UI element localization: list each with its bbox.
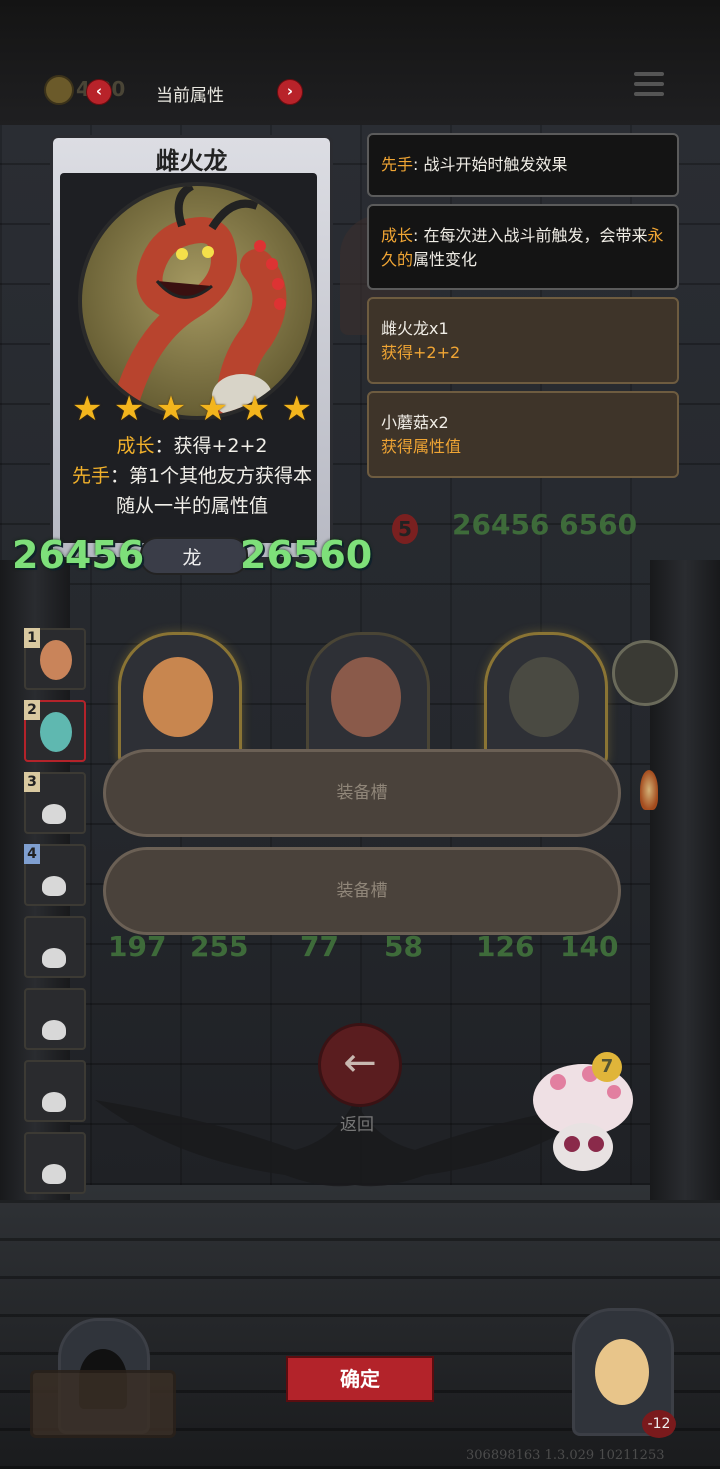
slot-number: 2: [24, 700, 40, 720]
star-icon: ★: [113, 389, 145, 429]
board-minion-slot[interactable]: [306, 632, 430, 768]
torch-flame-icon: [640, 770, 658, 810]
shop-chest: [30, 1370, 176, 1438]
minion-health: 255: [190, 930, 249, 963]
team-slot[interactable]: 4: [24, 844, 86, 906]
confirm-button[interactable]: 确定: [286, 1356, 434, 1402]
star-icon: ★: [197, 389, 229, 429]
tooltip-first-strike: 先手: 战斗开始时触发效果: [367, 133, 679, 197]
hero-health-badge: -12: [642, 1410, 676, 1438]
slot-number: 4: [24, 844, 40, 864]
tooltip-source-name: 雌火龙x1: [381, 319, 449, 338]
team-slot[interactable]: 3: [24, 772, 86, 834]
tooltip-buff-source-dragon: 雌火龙x1 获得+2+2: [367, 297, 679, 384]
star-icon: ★: [72, 389, 103, 429]
gold-coin-icon: [44, 75, 74, 105]
star-rating: ★ ★ ★ ★ ★ ★: [72, 391, 312, 427]
star-icon: ★: [155, 389, 187, 429]
tooltip-text: : 战斗开始时触发效果: [413, 155, 568, 174]
equipment-slot[interactable]: 装备槽: [103, 749, 621, 837]
pet-level-badge: 7: [592, 1052, 622, 1082]
arrow-left-icon: ←: [343, 1040, 377, 1086]
equipment-slot[interactable]: 装备槽: [103, 847, 621, 935]
card-description: 成长：获得+2+2 先手：第1个其他友方获得本随从一半的属性值: [66, 431, 318, 521]
minion-attack: 77: [300, 930, 339, 963]
card-name: 雌火龙: [155, 147, 228, 175]
board-minion-slot[interactable]: [484, 632, 608, 768]
slot-number: 3: [24, 772, 40, 792]
relic-icon[interactable]: [612, 640, 678, 706]
first-strike-text: ：第1个其他友方获得本随从一半的属性值: [109, 465, 313, 517]
team-slot[interactable]: 1: [24, 628, 86, 690]
first-strike-keyword: 先手: [71, 465, 110, 487]
team-slot[interactable]: [24, 988, 86, 1050]
skull-icon: [42, 1164, 66, 1184]
team-slot[interactable]: [24, 1132, 86, 1194]
minion-card: 雌火龙 ★ ★ ★ ★ ★ ★ 成长：获得+2+2 先手：第1个其他友方获得本随…: [12, 135, 372, 577]
star-icon: ★: [281, 389, 312, 429]
skull-icon: [42, 876, 66, 896]
tooltip-source-effect: 获得+2+2: [381, 343, 461, 362]
skull-icon: [42, 1020, 66, 1040]
next-page-button[interactable]: ›: [277, 79, 303, 105]
hero-face: [595, 1339, 649, 1405]
tooltip-source-effect: 获得属性值: [381, 437, 462, 456]
version-label: 306898163 1.3.029 10211253: [466, 1448, 665, 1463]
tooltip-growth: 成长: 在每次进入战斗前触发，会带来永久的属性变化: [367, 204, 679, 290]
prev-page-button[interactable]: ‹: [86, 79, 112, 105]
ghost-minion-stats: 26456 6560: [452, 508, 638, 541]
minion-health: 140: [560, 930, 619, 963]
mushroom-pet[interactable]: 7: [528, 1052, 638, 1172]
skull-icon: [42, 804, 66, 824]
tooltip-source-name: 小蘑菇x2: [381, 413, 449, 432]
tribe-label: 龙: [182, 547, 202, 569]
menu-icon[interactable]: [634, 72, 664, 100]
tooltip-keyword: 成长: [381, 226, 414, 245]
tooltip-keyword: 先手: [381, 155, 414, 174]
back-button[interactable]: ←: [318, 1023, 402, 1107]
minion-health: 58: [384, 930, 423, 963]
star-icon: ★: [239, 389, 271, 429]
minion-attack: 197: [108, 930, 167, 963]
back-label: 返回: [340, 1115, 374, 1135]
dragon-portrait: [78, 182, 316, 420]
attack-value: 26456: [12, 533, 145, 577]
skull-icon: [42, 948, 66, 968]
growth-text: ：获得+2+2: [154, 435, 268, 457]
hero-avatar: [40, 640, 72, 680]
growth-keyword: 成长: [116, 435, 155, 457]
tooltip-text: : 在每次进入战斗前触发，会带来: [413, 226, 648, 245]
team-slot[interactable]: [24, 916, 86, 978]
team-slot-selected[interactable]: 2: [24, 700, 86, 762]
hero-avatar: [40, 712, 72, 752]
board-minion-slot[interactable]: [118, 632, 242, 768]
minion-attack: 126: [476, 930, 535, 963]
top-background: [0, 0, 720, 125]
tooltip-buff-source-mushroom: 小蘑菇x2 获得属性值: [367, 391, 679, 478]
minion-level-badge: 5: [392, 514, 418, 544]
page-title: 当前属性: [156, 86, 224, 106]
minion-portrait: [509, 657, 579, 737]
skull-icon: [42, 1092, 66, 1112]
tooltip-text: 属性变化: [413, 250, 478, 269]
team-slot[interactable]: [24, 1060, 86, 1122]
minion-portrait: [143, 657, 213, 737]
minion-portrait: [331, 657, 401, 737]
health-value: 26560: [240, 533, 373, 577]
slot-number: 1: [24, 628, 40, 648]
